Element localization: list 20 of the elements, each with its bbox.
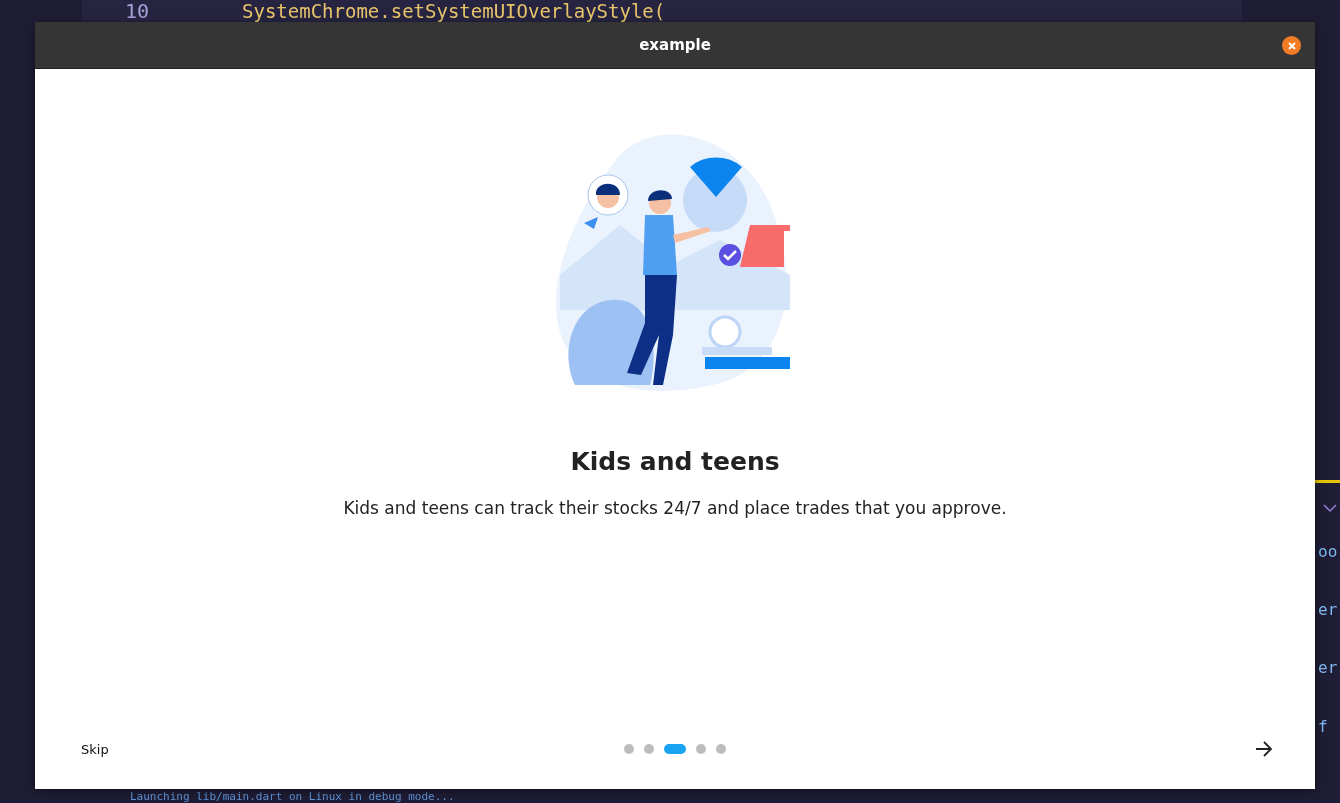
page-heading: Kids and teens (570, 447, 780, 476)
page-indicator-dot[interactable] (696, 744, 706, 754)
code-fragment: f (1318, 717, 1328, 736)
window-title: example (639, 36, 711, 54)
next-button[interactable] (1253, 739, 1275, 759)
code-fragment: oo (1318, 542, 1338, 561)
page-indicator-dot[interactable] (716, 744, 726, 754)
code-line: SystemChrome.setSystemUIOverlayStyle( (242, 0, 666, 22)
code-fragment: er (1318, 600, 1338, 619)
close-icon (1287, 41, 1296, 50)
page-description: Kids and teens can track their stocks 24/7 and place trades that you approve. (343, 498, 1007, 518)
arrow-right-icon (1255, 741, 1273, 757)
code-fragment: er (1318, 658, 1338, 677)
terminal-line: Launching lib/main.dart on Linux in debug mode... (130, 790, 455, 803)
page-indicator-dot[interactable] (624, 744, 634, 754)
page-indicator-dot[interactable] (644, 744, 654, 754)
close-button[interactable] (1282, 36, 1301, 55)
line-number: 10 (123, 0, 151, 22)
chevron-down-icon[interactable] (1323, 504, 1337, 513)
skip-button[interactable]: Skip (79, 737, 111, 761)
